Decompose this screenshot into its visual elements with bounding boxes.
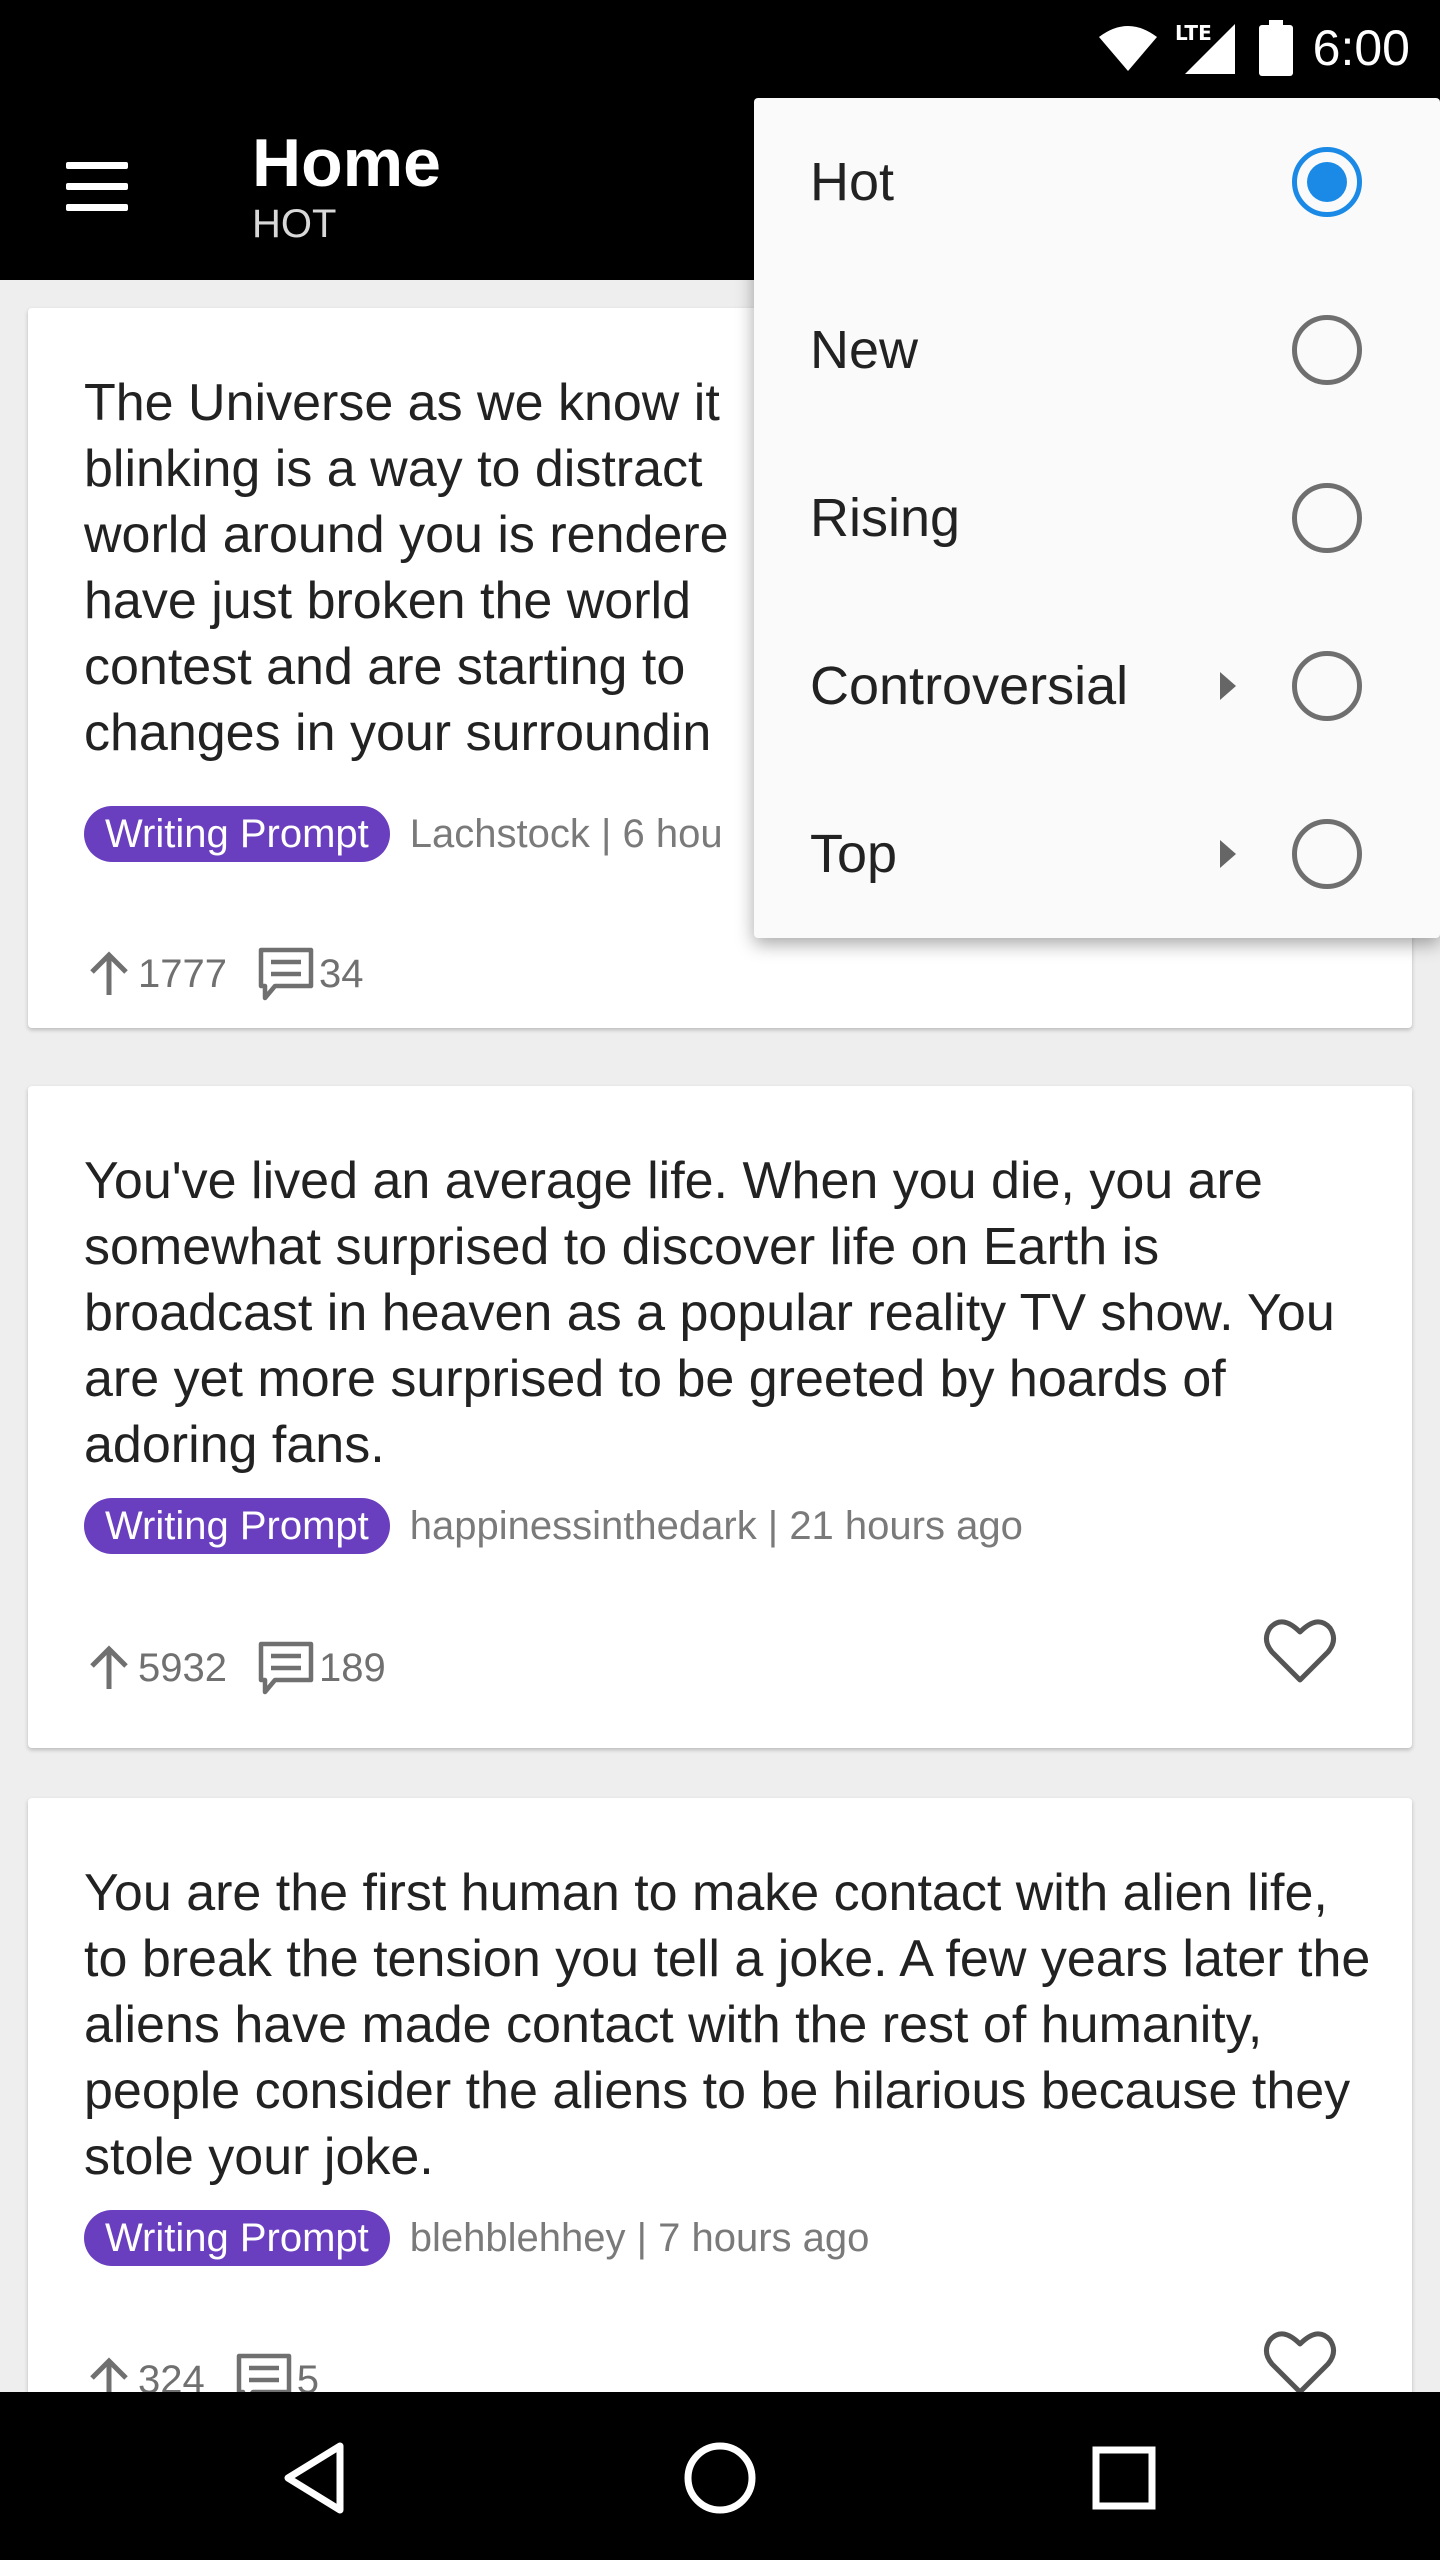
radio-unselected[interactable] bbox=[1292, 819, 1362, 889]
comment-icon bbox=[258, 947, 314, 1001]
upvote-button[interactable]: 324 bbox=[84, 2355, 205, 2392]
submenu-arrow-icon[interactable] bbox=[1220, 672, 1236, 700]
comments-button[interactable]: 5 bbox=[235, 2352, 319, 2392]
post-title[interactable]: You are the first human to make contact … bbox=[84, 1860, 1384, 2190]
upvote-count: 1777 bbox=[138, 951, 227, 996]
sort-option-hot[interactable]: Hot bbox=[754, 98, 1440, 266]
system-nav-bar bbox=[0, 2392, 1440, 2560]
flair-badge[interactable]: Writing Prompt bbox=[84, 2210, 390, 2266]
comments-button[interactable]: 34 bbox=[257, 946, 364, 1002]
upvote-button[interactable]: 1777 bbox=[84, 949, 227, 999]
sort-option-label: Hot bbox=[810, 152, 895, 212]
sort-option-label: Rising bbox=[810, 488, 961, 548]
upvote-count: 5932 bbox=[138, 1645, 227, 1690]
signal-icon: LTE bbox=[1175, 21, 1235, 74]
upvote-icon bbox=[90, 2357, 128, 2392]
post-card[interactable]: You've lived an average life. When you d… bbox=[28, 1086, 1412, 1748]
flair-badge[interactable]: Writing Prompt bbox=[84, 806, 390, 862]
sort-option-new[interactable]: New bbox=[754, 266, 1440, 434]
home-icon[interactable] bbox=[678, 2436, 762, 2520]
back-icon[interactable] bbox=[274, 2436, 358, 2520]
sort-option-rising[interactable]: Rising bbox=[754, 434, 1440, 602]
upvote-button[interactable]: 5932 bbox=[84, 1643, 227, 1693]
radio-selected[interactable] bbox=[1292, 147, 1362, 217]
post-meta: Writing Prompt blehblehhey | 7 hours ago bbox=[84, 2210, 869, 2266]
sort-option-label: New bbox=[810, 320, 919, 380]
heart-icon[interactable] bbox=[1260, 2322, 1340, 2392]
recents-icon[interactable] bbox=[1082, 2436, 1166, 2520]
heart-icon[interactable] bbox=[1260, 1610, 1340, 1690]
radio-unselected[interactable] bbox=[1292, 315, 1362, 385]
comment-icon bbox=[236, 2353, 291, 2392]
upvote-count: 324 bbox=[138, 2357, 205, 2393]
comment-count: 189 bbox=[318, 1645, 386, 1690]
page-title: Home bbox=[252, 125, 441, 201]
status-icons: LTE 6:00 bbox=[1097, 0, 1410, 96]
wifi-icon bbox=[1098, 26, 1157, 71]
submenu-arrow-icon[interactable] bbox=[1220, 840, 1236, 868]
radio-unselected[interactable] bbox=[1292, 483, 1362, 553]
comment-count: 34 bbox=[318, 951, 364, 996]
sort-option-controversial[interactable]: Controversial bbox=[754, 602, 1440, 770]
post-meta: Writing Prompt Lachstock | 6 hou bbox=[84, 806, 723, 862]
post-stats: 324 5 bbox=[84, 2350, 349, 2392]
menu-button[interactable] bbox=[40, 146, 154, 226]
comment-count: 5 bbox=[296, 2357, 319, 2393]
post-author-time: happinessinthedark | 21 hours ago bbox=[409, 1503, 1023, 1548]
sort-option-label: Top bbox=[810, 824, 898, 884]
post-author-time: blehblehhey | 7 hours ago bbox=[409, 2215, 870, 2260]
post-author-time: Lachstock | 6 hou bbox=[409, 811, 723, 856]
sort-option-top[interactable]: Top bbox=[754, 770, 1440, 938]
upvote-icon bbox=[90, 951, 128, 995]
comments-button[interactable]: 189 bbox=[257, 1640, 386, 1696]
post-meta: Writing Prompt happinessinthedark | 21 h… bbox=[84, 1498, 1023, 1554]
battery-icon bbox=[1258, 20, 1293, 76]
post-stats: 1777 34 bbox=[84, 944, 393, 1004]
page-subtitle: HOT bbox=[252, 202, 337, 246]
status-time: 6:00 bbox=[1312, 20, 1410, 76]
flair-badge[interactable]: Writing Prompt bbox=[84, 1498, 390, 1554]
upvote-icon bbox=[90, 1645, 128, 1689]
comment-icon bbox=[258, 1641, 314, 1695]
post-card[interactable]: You are the first human to make contact … bbox=[28, 1798, 1412, 2392]
status-bar: LTE 6:00 bbox=[0, 0, 1440, 96]
post-stats: 5932 189 bbox=[84, 1638, 416, 1698]
sort-menu: Hot New Rising Controversial Top bbox=[754, 98, 1440, 938]
radio-unselected[interactable] bbox=[1292, 651, 1362, 721]
sort-option-label: Controversial bbox=[810, 656, 1129, 716]
network-label: LTE bbox=[1175, 21, 1212, 45]
post-title[interactable]: You've lived an average life. When you d… bbox=[84, 1148, 1384, 1478]
